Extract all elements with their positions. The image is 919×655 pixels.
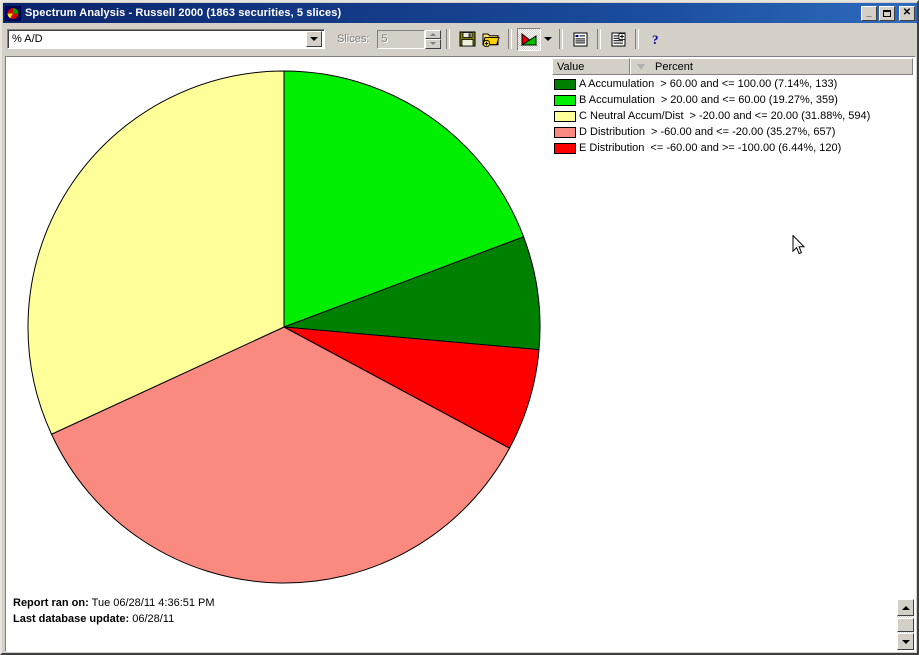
legend-row-description: > 20.00 and <= 60.00 (19.27%, 359) bbox=[660, 94, 838, 106]
last-update-value: 06/28/11 bbox=[132, 613, 175, 625]
legend-column-percent[interactable]: Percent bbox=[630, 58, 913, 75]
sort-descending-icon bbox=[637, 63, 645, 70]
pie-chart-icon bbox=[520, 32, 538, 45]
question-mark-icon: ? bbox=[652, 32, 659, 47]
slices-input[interactable]: 5 bbox=[377, 29, 426, 49]
minimize-button[interactable]: _ bbox=[861, 5, 877, 21]
report-footer: Report ran on: Tue 06/28/11 4:36:51 PM L… bbox=[13, 595, 215, 627]
legend-row[interactable]: E Distribution <= -60.00 and >= -100.00 (… bbox=[552, 140, 914, 156]
legend-row[interactable]: D Distribution > -60.00 and <= -20.00 (35… bbox=[552, 124, 914, 140]
report-list-icon bbox=[573, 32, 588, 46]
legend-row[interactable]: C Neutral Accum/Dist > -20.00 and <= 20.0… bbox=[552, 108, 914, 124]
folder-add-icon bbox=[482, 33, 501, 47]
legend-panel: Value Percent A Accumulation > 60.00 and … bbox=[552, 58, 914, 154]
pie-chart-view-button[interactable] bbox=[517, 27, 542, 51]
spectrum-analysis-window: Spectrum Analysis - Russell 2000 (1863 s… bbox=[0, 0, 919, 655]
report-client-area: Value Percent A Accumulation > 60.00 and … bbox=[5, 56, 916, 652]
minimize-icon: _ bbox=[866, 7, 872, 18]
window-title: Spectrum Analysis - Russell 2000 (1863 s… bbox=[25, 7, 342, 19]
toolbar-separator bbox=[508, 29, 513, 49]
floppy-disk-icon bbox=[459, 31, 476, 47]
legend-color-swatch bbox=[554, 110, 576, 122]
close-icon: ✕ bbox=[902, 7, 912, 18]
pie-chart-icon bbox=[5, 5, 21, 21]
metric-combo[interactable]: % A/D bbox=[7, 29, 325, 49]
window-controls: _ ✕ bbox=[861, 5, 915, 21]
svg-text:?: ? bbox=[652, 32, 659, 47]
legend-color-swatch bbox=[554, 126, 576, 138]
legend-rows: A Accumulation > 60.00 and <= 100.00 (7.1… bbox=[552, 75, 914, 156]
report-view-button[interactable] bbox=[568, 28, 592, 51]
slices-label: Slices: bbox=[337, 33, 370, 45]
toolbar-separator bbox=[635, 29, 640, 49]
title-bar[interactable]: Spectrum Analysis - Russell 2000 (1863 s… bbox=[3, 3, 917, 23]
scroll-down-button[interactable] bbox=[897, 633, 914, 650]
scroll-up-button[interactable] bbox=[897, 599, 914, 616]
slices-stepper[interactable]: 5 bbox=[377, 29, 442, 49]
legend-row-description: > 60.00 and <= 100.00 (7.14%, 133) bbox=[660, 78, 838, 90]
legend-row-name: C Neutral Accum/Dist bbox=[579, 110, 684, 122]
legend-row[interactable]: B Accumulation > 20.00 and <= 60.00 (19.2… bbox=[552, 92, 914, 108]
report-ran-line: Report ran on: Tue 06/28/11 4:36:51 PM bbox=[13, 595, 215, 611]
slices-increment-button[interactable] bbox=[425, 29, 442, 39]
legend-row-name: D Distribution bbox=[579, 126, 646, 138]
open-add-button[interactable] bbox=[479, 28, 503, 51]
pie-chart-canvas[interactable] bbox=[6, 57, 554, 597]
toolbar-separator bbox=[559, 29, 564, 49]
report-add-button[interactable] bbox=[606, 28, 630, 51]
toolbar: % A/D Slices: 5 ? bbox=[3, 24, 917, 54]
report-add-icon bbox=[611, 32, 626, 46]
close-button[interactable]: ✕ bbox=[899, 5, 915, 21]
toolbar-separator bbox=[446, 29, 451, 49]
legend-row-name: B Accumulation bbox=[579, 94, 655, 106]
save-button[interactable] bbox=[455, 28, 479, 51]
legend-row-name: A Accumulation bbox=[579, 78, 655, 90]
pie-chart bbox=[6, 57, 554, 597]
legend-header-row: Value Percent bbox=[552, 58, 914, 75]
slices-decrement-button[interactable] bbox=[425, 39, 442, 49]
last-update-label: Last database update: bbox=[13, 613, 130, 625]
slices-spin-buttons[interactable] bbox=[425, 29, 442, 49]
help-button[interactable]: ? bbox=[644, 28, 668, 51]
maximize-button[interactable] bbox=[879, 5, 895, 21]
vertical-scrollbar[interactable] bbox=[897, 599, 914, 650]
legend-row-description: > -20.00 and <= 20.00 (31.88%, 594) bbox=[689, 110, 871, 122]
chevron-down-icon[interactable] bbox=[306, 31, 322, 47]
scrollbar-thumb[interactable] bbox=[897, 618, 914, 632]
report-ran-label: Report ran on: bbox=[13, 597, 89, 609]
legend-column-value-label: Value bbox=[557, 60, 585, 73]
legend-column-percent-label: Percent bbox=[655, 60, 693, 73]
legend-row-name: E Distribution bbox=[579, 142, 645, 154]
legend-row-description: <= -60.00 and >= -100.00 (6.44%, 120) bbox=[650, 142, 842, 154]
maximize-icon bbox=[880, 7, 894, 20]
chart-type-dropdown[interactable] bbox=[541, 28, 554, 51]
legend-row[interactable]: A Accumulation > 60.00 and <= 100.00 (7.1… bbox=[552, 76, 914, 92]
report-ran-value: Tue 06/28/11 4:36:51 PM bbox=[91, 597, 215, 609]
legend-column-value[interactable]: Value bbox=[552, 58, 630, 75]
last-update-line: Last database update: 06/28/11 bbox=[13, 611, 215, 627]
metric-combo-value: % A/D bbox=[12, 33, 43, 45]
legend-row-description: > -60.00 and <= -20.00 (35.27%, 657) bbox=[651, 126, 836, 138]
legend-color-swatch bbox=[554, 142, 576, 154]
legend-color-swatch bbox=[554, 94, 576, 106]
toolbar-separator bbox=[597, 29, 602, 49]
legend-color-swatch bbox=[554, 78, 576, 90]
